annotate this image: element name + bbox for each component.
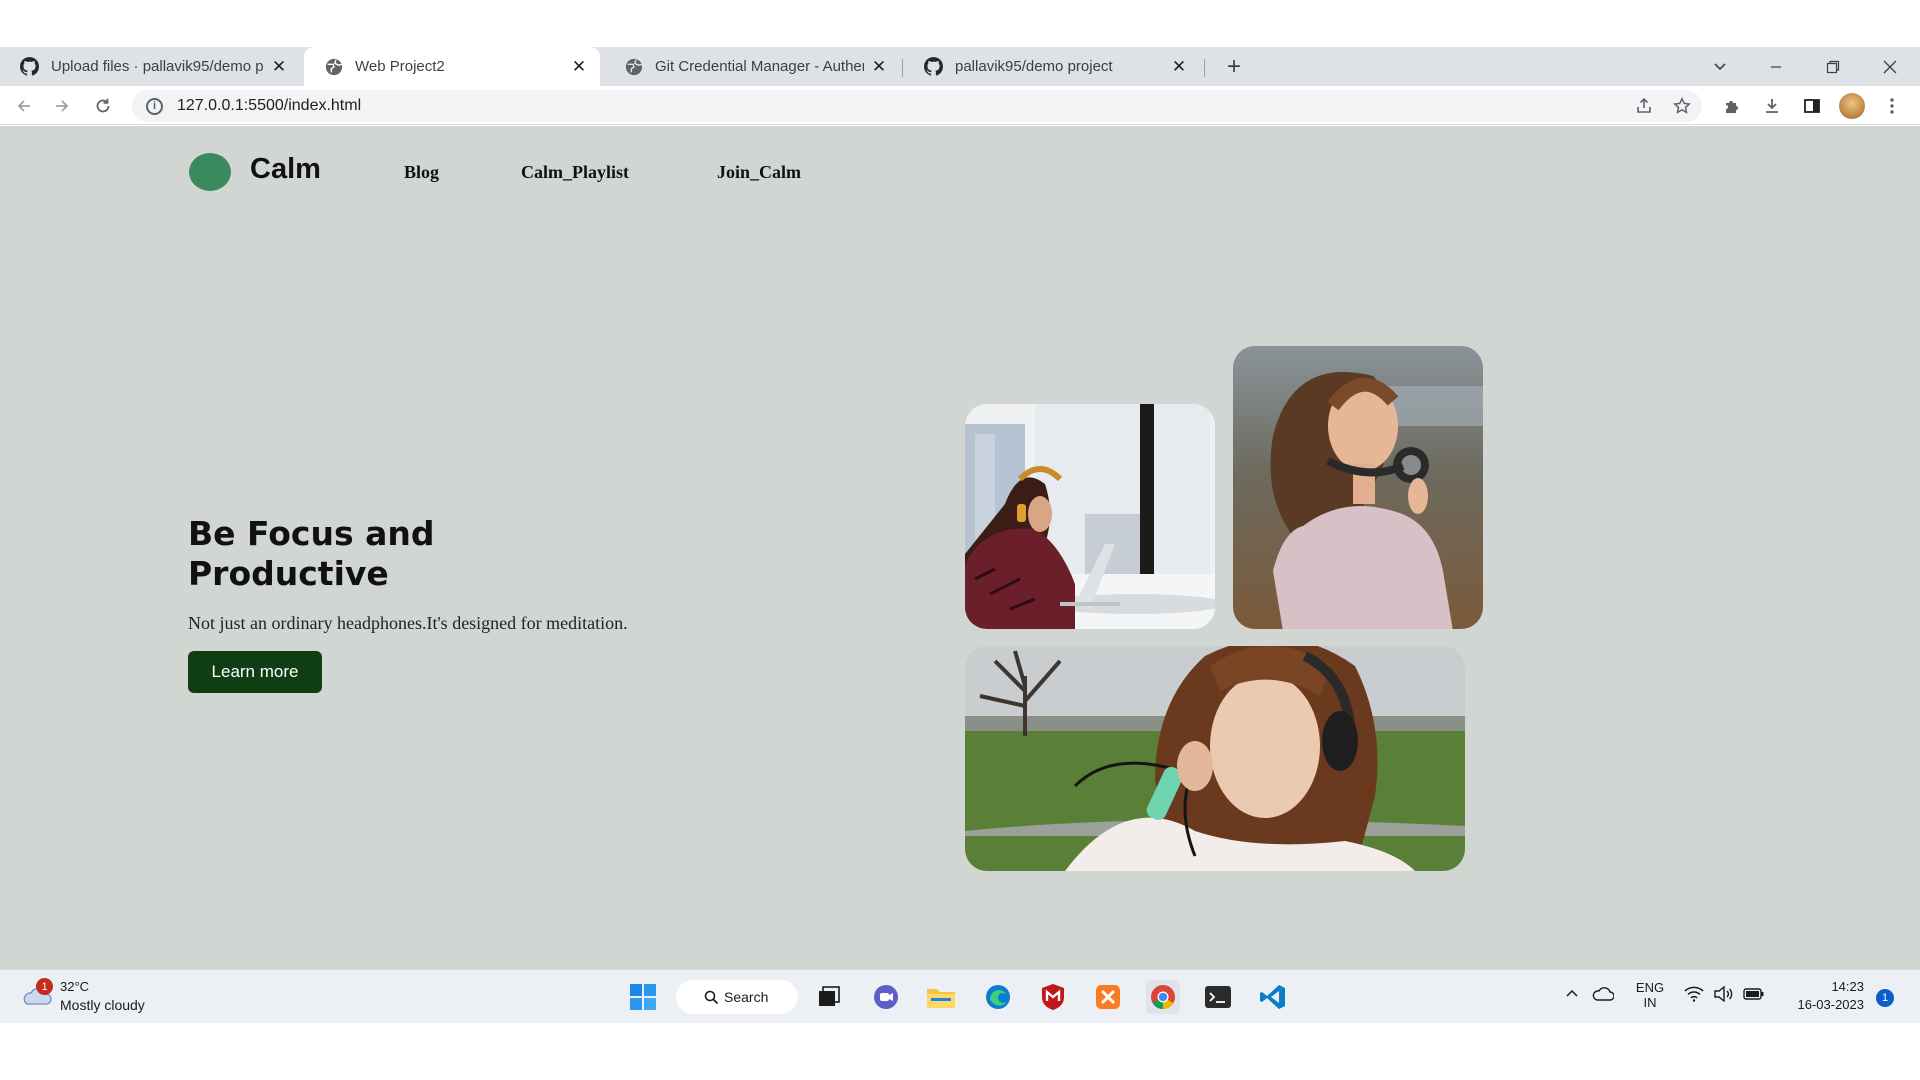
edge-browser-icon[interactable] (981, 980, 1015, 1014)
close-tab-icon[interactable]: ✕ (270, 57, 288, 77)
bookmark-star-icon[interactable] (1668, 92, 1696, 120)
teams-chat-icon[interactable] (869, 980, 903, 1014)
clock-time: 14:23 (1831, 979, 1864, 994)
wifi-icon[interactable] (1684, 986, 1704, 1005)
region-code: IN (1643, 995, 1657, 1010)
nav-link-calm-playlist[interactable]: Calm_Playlist (521, 162, 629, 183)
tab-search-chevron-icon[interactable] (1692, 47, 1748, 86)
windows-taskbar: 1 32°C Mostly cloudy Search ENG IN 14:23… (0, 969, 1920, 1023)
nav-link-blog[interactable]: Blog (404, 162, 439, 183)
tab-upload-files[interactable]: Upload files · pallavik95/demo pr ✕ (0, 47, 300, 86)
language-indicator[interactable]: ENG IN (1633, 980, 1667, 1010)
photo-smiling-woman (1233, 346, 1483, 629)
tab-title: Web Project2 (355, 58, 445, 75)
notification-badge[interactable]: 1 (1876, 989, 1894, 1007)
profile-avatar[interactable] (1839, 93, 1865, 119)
tab-title: Upload files · pallavik95/demo pr (51, 58, 264, 75)
tab-title: pallavik95/demo project (955, 58, 1113, 75)
globe-icon (324, 57, 343, 76)
search-label: Search (724, 989, 769, 1005)
photo-woman-at-laptop (965, 404, 1215, 629)
share-icon[interactable] (1630, 92, 1658, 120)
tab-demo-project[interactable]: pallavik95/demo project ✕ (904, 47, 1200, 86)
nav-link-join-calm[interactable]: Join_Calm (717, 162, 801, 183)
tab-separator (902, 59, 903, 77)
learn-more-button[interactable]: Learn more (188, 651, 322, 693)
close-tab-icon[interactable]: ✕ (570, 57, 588, 77)
logo-icon (189, 153, 231, 191)
onedrive-cloud-icon[interactable] (1592, 986, 1615, 1005)
side-panel-icon[interactable] (1798, 92, 1826, 120)
tab-title: Git Credential Manager - Authen (655, 58, 864, 75)
hero-subtitle: Not just an ordinary headphones.It's des… (188, 613, 628, 633)
close-tab-icon[interactable]: ✕ (870, 57, 888, 77)
minimize-icon[interactable] (1748, 47, 1804, 86)
volume-icon[interactable] (1713, 985, 1733, 1005)
battery-icon[interactable] (1743, 986, 1765, 1005)
github-icon (924, 57, 943, 76)
restore-icon[interactable] (1805, 47, 1861, 86)
task-view-icon[interactable] (812, 980, 846, 1014)
url-text[interactable]: 127.0.0.1:5500/index.html (177, 97, 361, 115)
windows-start-icon[interactable] (626, 980, 660, 1014)
chrome-icon[interactable] (1146, 980, 1180, 1014)
terminal-icon[interactable] (1201, 980, 1235, 1014)
weather-temperature[interactable]: 32°C (60, 979, 89, 994)
mcafee-icon[interactable] (1036, 980, 1070, 1014)
file-explorer-icon[interactable] (924, 980, 958, 1014)
search-icon (704, 990, 719, 1005)
tab-web-project2[interactable]: Web Project2 ✕ (304, 47, 600, 86)
web-page: Calm Blog Calm_Playlist Join_Calm Be Foc… (0, 126, 1920, 969)
menu-kebab-icon[interactable] (1878, 92, 1906, 120)
weather-alert-badge: 1 (36, 978, 53, 995)
photo-woman-outdoors (965, 646, 1465, 871)
forward-arrow-icon[interactable] (48, 92, 76, 120)
globe-icon (624, 57, 643, 76)
show-hidden-icons-chevron-icon[interactable] (1564, 986, 1580, 1005)
close-tab-icon[interactable]: ✕ (1170, 57, 1188, 77)
site-info-icon[interactable]: i (146, 97, 163, 115)
reload-icon[interactable] (89, 92, 117, 120)
taskbar-search-box[interactable]: Search (676, 980, 798, 1014)
close-window-icon[interactable] (1862, 47, 1918, 86)
github-icon (20, 57, 39, 76)
window-top-spacer (0, 0, 1920, 47)
clock[interactable]: 14:23 16-03-2023 (1784, 979, 1865, 1012)
screen-bottom-spacer (0, 1023, 1920, 1080)
back-arrow-icon[interactable] (10, 92, 38, 120)
tab-git-credential-manager[interactable]: Git Credential Manager - Authen ✕ (604, 47, 900, 86)
extensions-icon[interactable] (1718, 92, 1746, 120)
tab-strip: Upload files · pallavik95/demo pr ✕ Web … (0, 47, 1920, 86)
new-tab-button[interactable]: + (1220, 47, 1248, 86)
hero-title: Be Focus and Productive (188, 514, 435, 593)
download-icon[interactable] (1758, 92, 1786, 120)
address-bar[interactable]: i 127.0.0.1:5500/index.html (132, 90, 1702, 122)
vscode-icon[interactable] (1256, 980, 1290, 1014)
tab-separator (1204, 59, 1205, 77)
clock-date: 16-03-2023 (1797, 997, 1865, 1012)
language-code: ENG (1635, 980, 1665, 995)
site-logo-text[interactable]: Calm (250, 153, 321, 186)
browser-toolbar: i 127.0.0.1:5500/index.html (0, 86, 1920, 125)
weather-condition[interactable]: Mostly cloudy (60, 997, 145, 1013)
xampp-icon[interactable] (1091, 980, 1125, 1014)
